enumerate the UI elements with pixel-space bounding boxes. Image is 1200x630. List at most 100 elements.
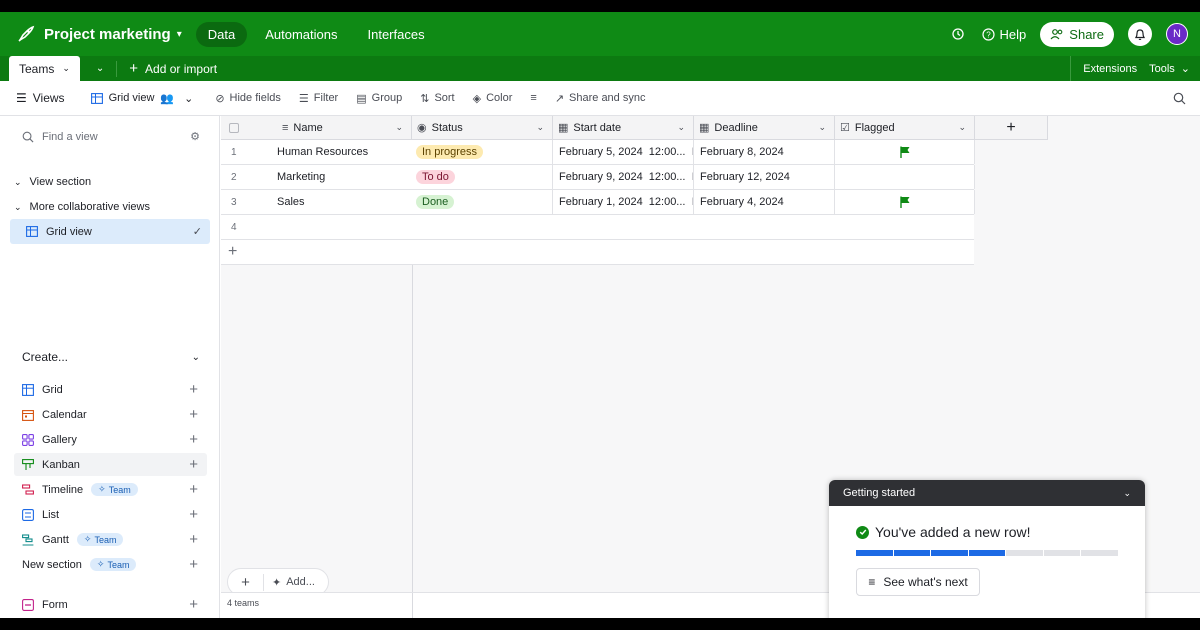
nav-interfaces[interactable]: Interfaces	[355, 22, 436, 47]
history-icon[interactable]	[948, 24, 968, 44]
nav-data[interactable]: Data	[195, 21, 248, 47]
chevron-down-icon[interactable]: ⌄	[395, 122, 403, 133]
all-tables-chevron-icon[interactable]: ⌄	[96, 56, 104, 81]
deadline-value: February 4, 2024	[700, 196, 784, 208]
filter-button[interactable]: ☰ Filter	[299, 92, 338, 105]
cell-deadline[interactable]: February 4, 2024	[694, 190, 835, 214]
sort-button[interactable]: ⇅ Sort	[420, 92, 454, 105]
create-list[interactable]: List +	[14, 503, 207, 526]
sidebar-item-grid-view[interactable]: Grid view ✓	[10, 219, 210, 244]
plus-icon: +	[189, 556, 198, 573]
share-button[interactable]: Share	[1040, 21, 1114, 47]
sparkle-icon: ✧	[98, 484, 106, 494]
cell-status[interactable]: In progress	[412, 140, 553, 164]
color-label: Color	[486, 92, 513, 104]
sidebar-section-collaborative[interactable]: ⌄ More collaborative views	[14, 201, 150, 213]
create-view-header[interactable]: Create... ⌄	[22, 350, 200, 364]
header-start-date[interactable]: ▦ Start date ⌄	[553, 116, 694, 140]
table-row[interactable]: 2 Marketing To do February 9, 2024 12:00…	[221, 165, 975, 190]
getting-started-header[interactable]: Getting started ⌄	[829, 480, 1145, 506]
table-tab-teams[interactable]: Teams ⌄	[9, 56, 80, 81]
search-icon[interactable]	[1173, 92, 1186, 105]
status-pill: Done	[416, 195, 455, 209]
row-number: 4	[231, 221, 237, 233]
group-button[interactable]: ▤ Group	[356, 92, 402, 105]
base-title[interactable]: Project marketing ▾	[44, 26, 182, 43]
cell-start-date[interactable]: February 5, 2024 12:00... I...	[553, 140, 694, 164]
chevron-down-icon[interactable]: ⌄	[677, 122, 685, 133]
progress-segment	[931, 550, 968, 556]
avatar[interactable]: N	[1166, 23, 1188, 45]
status-pill: In progress	[416, 145, 484, 159]
cell-flagged[interactable]	[835, 140, 975, 164]
create-gallery[interactable]: Gallery +	[14, 428, 207, 451]
extensions-button[interactable]: Extensions	[1070, 56, 1149, 81]
create-grid[interactable]: Grid +	[14, 378, 207, 401]
plus-icon: +	[129, 60, 139, 77]
chevron-down-icon[interactable]: ⌄	[536, 122, 544, 133]
add-record-button[interactable]: +	[228, 573, 264, 591]
divider	[116, 61, 118, 77]
create-form[interactable]: Form +	[14, 593, 207, 616]
start-time-value: 12:00...	[648, 146, 686, 158]
create-calendar[interactable]: Calendar +	[14, 403, 207, 426]
add-with-ai-button[interactable]: ✦ Add...	[264, 576, 315, 589]
help-button[interactable]: ? Help	[981, 27, 1026, 42]
gear-icon[interactable]: ⚙	[190, 130, 200, 143]
see-whats-next-button[interactable]: ≡ See what's next	[856, 568, 980, 596]
chevron-down-icon[interactable]: ⌄	[958, 122, 966, 133]
current-view-button[interactable]: Grid view 👥 ⌄	[90, 92, 193, 105]
create-gantt[interactable]: Gantt ✧ Team +	[14, 528, 207, 551]
chevron-down-icon: ⌄	[1180, 63, 1190, 75]
table-row[interactable]: 3 Sales Done February 1, 2024 12:00... I…	[221, 190, 975, 215]
cell-flagged[interactable]	[835, 165, 975, 189]
cell-deadline[interactable]: February 8, 2024	[694, 140, 835, 164]
create-kanban[interactable]: Kanban +	[14, 453, 207, 476]
bell-icon[interactable]	[1128, 22, 1152, 46]
rocket-icon[interactable]	[16, 24, 36, 44]
team-badge-label: Team	[94, 534, 117, 545]
cell-status[interactable]: Done	[412, 190, 553, 214]
share-sync-button[interactable]: ↗ Share and sync	[555, 92, 646, 105]
collaborators-icon: 👥	[160, 92, 175, 105]
progress-segment	[1043, 550, 1081, 556]
table-bar-right: Extensions Tools ⌄	[1070, 56, 1200, 81]
hide-fields-button[interactable]: ⊘ Hide fields	[215, 92, 281, 105]
color-button[interactable]: ◈ Color	[473, 92, 513, 105]
cell-status[interactable]: To do	[412, 165, 553, 189]
header-deadline[interactable]: ▦ Deadline ⌄	[694, 116, 835, 140]
cell-name[interactable]: Marketing	[277, 171, 325, 183]
select-all-checkbox[interactable]	[229, 122, 239, 133]
row-height-button[interactable]: ≡	[530, 92, 536, 104]
cell-start-date[interactable]: February 9, 2024 12:00... I...	[553, 165, 694, 189]
views-toggle-button[interactable]: ☰ Views	[16, 91, 65, 105]
create-new-section[interactable]: New section ✧ Team +	[14, 553, 207, 576]
group-icon: ▤	[356, 92, 367, 105]
tools-button[interactable]: Tools ⌄	[1149, 62, 1200, 76]
header-flagged[interactable]: ☑ Flagged ⌄	[835, 116, 975, 140]
cell-name[interactable]: Human Resources	[277, 146, 368, 158]
add-field-button[interactable]: +	[975, 116, 1048, 140]
create-item-label: List	[42, 508, 60, 521]
header-name[interactable]: ≡ Name ⌄	[221, 116, 412, 140]
table-row[interactable]: 1 Human Resources In progress February 5…	[221, 140, 975, 165]
cell-name[interactable]: Sales	[277, 196, 305, 208]
table-row[interactable]: 4	[221, 215, 974, 240]
create-timeline[interactable]: Timeline ✧ Team +	[14, 478, 207, 501]
sidebar-section-view-section[interactable]: ⌄ View section	[14, 176, 91, 188]
hamburger-icon: ☰	[16, 91, 27, 105]
cell-deadline[interactable]: February 12, 2024	[694, 165, 835, 189]
start-time-value: 12:00...	[648, 196, 686, 208]
chevron-down-icon: ▾	[176, 28, 182, 40]
add-or-import-button[interactable]: + Add or import	[129, 56, 217, 81]
find-view-input[interactable]: Find a view ⚙	[22, 130, 200, 143]
chevron-down-icon[interactable]: ⌄	[1123, 488, 1131, 499]
header-status[interactable]: ◉ Status ⌄	[412, 116, 553, 140]
cell-flagged[interactable]	[835, 190, 975, 214]
flag-icon	[899, 146, 909, 158]
cell-start-date[interactable]: February 1, 2024 12:00... I...	[553, 190, 694, 214]
form-icon	[22, 598, 34, 611]
nav-automations[interactable]: Automations	[253, 22, 349, 47]
add-row-button[interactable]: +	[221, 240, 974, 265]
chevron-down-icon[interactable]: ⌄	[818, 122, 826, 133]
